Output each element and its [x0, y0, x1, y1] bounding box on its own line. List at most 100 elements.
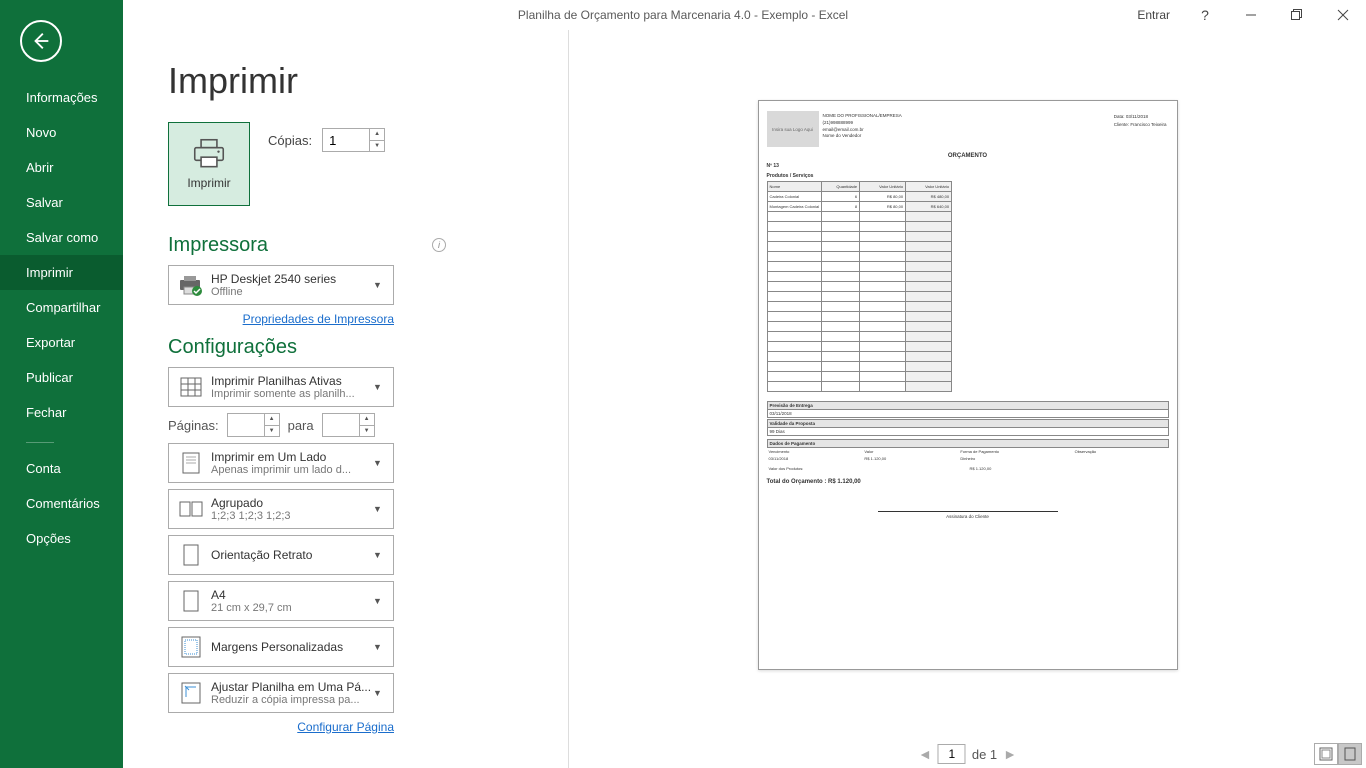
margins-toggle-icon: [1319, 747, 1333, 761]
margins-select[interactable]: Margens Personalizadas ▼: [168, 627, 394, 667]
sides-line2: Apenas imprimir um lado d...: [211, 464, 373, 476]
chevron-down-icon: ▼: [373, 504, 387, 514]
print-what-line2: Imprimir somente as planilh...: [211, 388, 373, 400]
sidebar-item-salvar[interactable]: Salvar: [0, 185, 123, 220]
printer-section-title: Impressora: [168, 234, 268, 257]
sides-line1: Imprimir em Um Lado: [211, 450, 373, 464]
main-area: Imprimir Imprimir Cópias: ▲ ▼: [123, 30, 1366, 768]
preview-payment: Dados de Pagamento Vencimento Valor Form…: [767, 439, 1169, 472]
settings-section-title: Configurações: [168, 336, 448, 359]
collate-line1: Agrupado: [211, 496, 373, 510]
pages-to[interactable]: ▲▼: [322, 413, 375, 437]
preview-footer: ◄ de 1 ►: [569, 740, 1366, 768]
margins-icon: [177, 636, 205, 658]
print-what-select[interactable]: Imprimir Planilhas Ativas Imprimir somen…: [168, 367, 394, 407]
chevron-down-icon: ▼: [373, 596, 387, 606]
printer-status-icon: [177, 274, 205, 296]
sidebar-item-exportar[interactable]: Exportar: [0, 325, 123, 360]
printer-properties-link[interactable]: Propriedades de Impressora: [243, 312, 394, 326]
sidebar-item-novo[interactable]: Novo: [0, 115, 123, 150]
minimize-icon: [1245, 9, 1257, 21]
table-row: Cadeira Colonial 6 R$ 80,00 R$ 480,00: [767, 192, 952, 202]
titlebar: Planilha de Orçamento para Marcenaria 4.…: [0, 0, 1366, 30]
scaling-line2: Reduzir a cópia impressa pa...: [211, 694, 373, 706]
help-button[interactable]: ?: [1182, 0, 1228, 30]
orientation-select[interactable]: Orientação Retrato ▼: [168, 535, 394, 575]
zoom-to-page-button[interactable]: [1338, 743, 1362, 765]
pages-label: Páginas:: [168, 418, 219, 433]
printer-select[interactable]: HP Deskjet 2540 series Offline ▼: [168, 265, 394, 305]
copies-spinner[interactable]: ▲ ▼: [322, 128, 385, 152]
next-page-button[interactable]: ►: [1003, 746, 1017, 762]
sidebar-item-publicar[interactable]: Publicar: [0, 360, 123, 395]
sidebar-item-informacoes[interactable]: Informações: [0, 80, 123, 115]
fit-icon: [177, 682, 205, 704]
scaling-line1: Ajustar Planilha em Uma Pá...: [211, 680, 373, 694]
pages-from-up[interactable]: ▲: [265, 414, 279, 426]
preview-delivery: Previsão de Entrega 03/11/2018: [767, 401, 1169, 418]
sidebar-item-comentarios[interactable]: Comentários: [0, 486, 123, 521]
chevron-down-icon: ▼: [373, 280, 387, 290]
pages-to-up[interactable]: ▲: [360, 414, 374, 426]
collate-line2: 1;2;3 1;2;3 1;2;3: [211, 510, 373, 522]
sides-select[interactable]: Imprimir em Um Lado Apenas imprimir um l…: [168, 443, 394, 483]
chevron-down-icon: ▼: [373, 382, 387, 392]
signin-link[interactable]: Entrar: [1125, 8, 1182, 22]
page-setup-link[interactable]: Configurar Página: [297, 720, 394, 734]
sidebar-item-fechar[interactable]: Fechar: [0, 395, 123, 430]
backstage-sidebar: Informações Novo Abrir Salvar Salvar com…: [0, 0, 123, 768]
prev-page-button[interactable]: ◄: [918, 746, 932, 762]
back-button[interactable]: [20, 20, 62, 62]
sidebar-item-conta[interactable]: Conta: [0, 451, 123, 486]
copies-down-button[interactable]: ▼: [370, 141, 384, 152]
pages-to-label: para: [288, 418, 314, 433]
printer-icon: [190, 138, 228, 170]
pages-from-down[interactable]: ▼: [265, 426, 279, 437]
printer-status: Offline: [211, 286, 373, 298]
one-side-icon: [177, 452, 205, 474]
sheets-icon: [177, 377, 205, 397]
pages-from[interactable]: ▲▼: [227, 413, 280, 437]
close-button[interactable]: [1320, 0, 1366, 30]
show-margins-button[interactable]: [1314, 743, 1338, 765]
sidebar-item-compartilhar[interactable]: Compartilhar: [0, 290, 123, 325]
preview-header-right: Data: 03/11/2018 Cliente: Francisco Teix…: [1114, 113, 1167, 128]
portrait-icon: [177, 544, 205, 566]
sidebar-item-salvar-como[interactable]: Salvar como: [0, 220, 123, 255]
pages-from-input[interactable]: [228, 414, 264, 436]
minimize-button[interactable]: [1228, 0, 1274, 30]
preview-title: ORÇAMENTO: [759, 153, 1177, 159]
preview-table: Nome Quantidade Valor Unitário Valor Uni…: [767, 181, 953, 392]
preview-products-label: Produtos / Serviços: [767, 173, 814, 179]
printer-info-icon[interactable]: i: [432, 238, 446, 252]
restore-button[interactable]: [1274, 0, 1320, 30]
pages-to-input[interactable]: [323, 414, 359, 436]
copies-up-button[interactable]: ▲: [370, 129, 384, 141]
collate-icon: [177, 499, 205, 519]
page-number-input[interactable]: [938, 744, 966, 764]
chevron-down-icon: ▼: [373, 550, 387, 560]
chevron-down-icon: ▼: [373, 688, 387, 698]
zoom-controls: [1314, 743, 1362, 765]
paper-line1: A4: [211, 588, 373, 602]
preview-area: Insira sua Logo Aqui NOME DO PROFISSIONA…: [569, 30, 1366, 740]
page-navigation: ◄ de 1 ►: [918, 744, 1017, 764]
paper-select[interactable]: A4 21 cm x 29,7 cm ▼: [168, 581, 394, 621]
sidebar-item-abrir[interactable]: Abrir: [0, 150, 123, 185]
orientation-line1: Orientação Retrato: [211, 548, 373, 562]
print-panel: Imprimir Imprimir Cópias: ▲ ▼: [168, 60, 448, 734]
scaling-select[interactable]: Ajustar Planilha em Uma Pá... Reduzir a …: [168, 673, 394, 713]
paper-icon: [177, 590, 205, 612]
back-arrow-icon: [30, 30, 52, 52]
pages-to-down[interactable]: ▼: [360, 426, 374, 437]
preview-company-block: NOME DO PROFISSIONAL/EMPRESA (21)9988889…: [823, 113, 902, 140]
sidebar-item-opcoes[interactable]: Opções: [0, 521, 123, 556]
sidebar-item-imprimir[interactable]: Imprimir: [0, 255, 123, 290]
chevron-down-icon: ▼: [373, 458, 387, 468]
print-button[interactable]: Imprimir: [168, 122, 250, 206]
chevron-down-icon: ▼: [373, 642, 387, 652]
sidebar-separator: [26, 442, 54, 443]
copies-input[interactable]: [323, 129, 369, 151]
paper-line2: 21 cm x 29,7 cm: [211, 602, 373, 614]
collate-select[interactable]: Agrupado 1;2;3 1;2;3 1;2;3 ▼: [168, 489, 394, 529]
